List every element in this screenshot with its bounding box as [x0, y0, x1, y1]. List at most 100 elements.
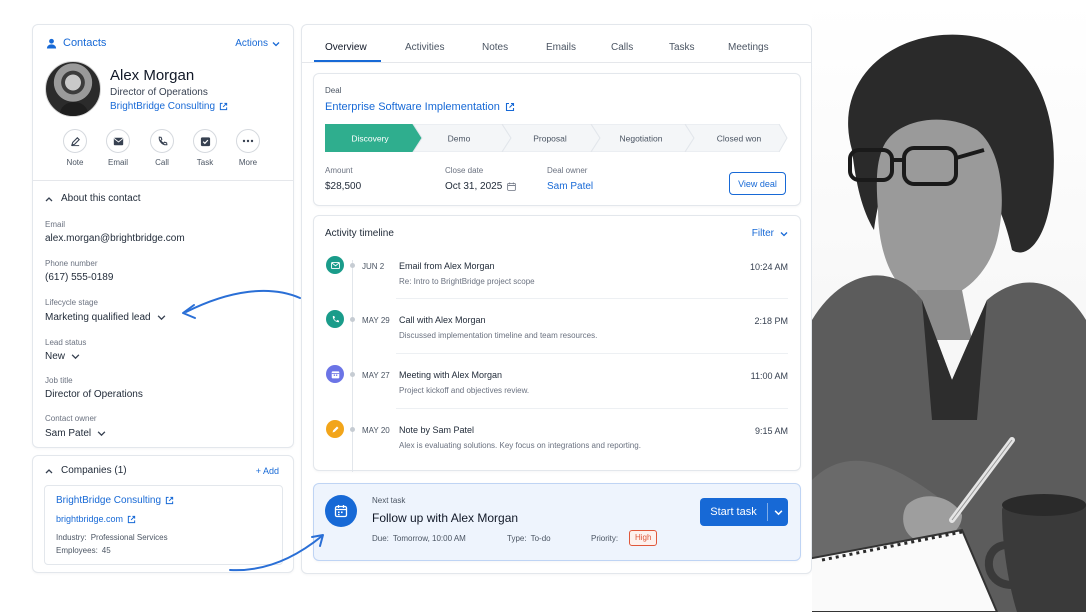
- company-industry: Industry: Professional Services: [56, 533, 168, 542]
- tab-notes[interactable]: Notes: [482, 42, 508, 53]
- timeline-title: Activity timeline: [325, 228, 394, 239]
- activity-date: MAY 20: [362, 426, 390, 435]
- add-company-button[interactable]: + Add: [256, 466, 279, 476]
- lead-status-select[interactable]: New: [45, 351, 80, 362]
- record-tabs: Overview Activities Notes Emails Calls T…: [302, 25, 811, 63]
- external-link-icon: [219, 102, 228, 111]
- activity-time: 10:24 AM: [749, 262, 788, 272]
- deal-name: Enterprise Software Implementation: [325, 101, 500, 113]
- tab-overview[interactable]: Overview: [325, 42, 367, 53]
- stage-closed-won[interactable]: Closed won: [684, 124, 788, 152]
- next-task-title: Follow up with Alex Morgan: [372, 511, 519, 525]
- phone-value[interactable]: (617) 555-0189: [45, 272, 113, 283]
- lifecycle-label: Lifecycle stage: [45, 298, 98, 307]
- chevron-down-icon: [272, 41, 280, 46]
- tab-meetings[interactable]: Meetings: [728, 42, 769, 53]
- about-section-toggle[interactable]: About this contact: [45, 193, 141, 204]
- deal-owner-label: Deal owner: [547, 166, 588, 175]
- company-domain-link[interactable]: brightbridge.com: [56, 514, 136, 524]
- quick-action-email[interactable]: Email: [101, 129, 135, 167]
- chevron-up-icon: [45, 468, 53, 473]
- timeline-dot: [350, 372, 355, 377]
- due-label: Due:: [372, 534, 389, 543]
- activity-time: 2:18 PM: [754, 316, 788, 326]
- employees-value: 45: [101, 546, 111, 555]
- external-link-icon: [127, 515, 136, 523]
- chevron-down-icon: [774, 509, 782, 515]
- tab-activities[interactable]: Activities: [405, 42, 444, 53]
- lifecycle-stage-select[interactable]: Marketing qualified lead: [45, 312, 166, 323]
- start-task-split-button: Start task: [700, 498, 788, 526]
- quick-action-label: Call: [155, 158, 169, 167]
- close-date-field[interactable]: Oct 31, 2025: [445, 181, 517, 192]
- divider: [396, 298, 788, 299]
- chevron-up-icon: [45, 196, 53, 201]
- chevron-down-icon: [780, 231, 788, 236]
- tab-tasks[interactable]: Tasks: [669, 42, 695, 53]
- timeline-filter[interactable]: Filter: [752, 228, 788, 239]
- activity-subtitle: Re: Intro to BrightBridge project scope: [399, 277, 535, 286]
- start-task-button[interactable]: Start task: [700, 498, 767, 526]
- external-link-icon: [165, 496, 174, 505]
- divider: [396, 353, 788, 354]
- divider: [33, 180, 293, 181]
- divider: [396, 408, 788, 409]
- stage-negotiation[interactable]: Negotiation: [590, 124, 695, 152]
- stage-label: Discovery: [351, 134, 389, 144]
- owner-label: Contact owner: [45, 414, 97, 423]
- lead-status-text: New: [45, 351, 66, 362]
- email-text: alex.morgan@brightbridge.com: [45, 233, 185, 244]
- industry-value: Professional Services: [90, 533, 168, 542]
- timeline-dot: [350, 317, 355, 322]
- phone-icon: [326, 310, 344, 328]
- contact-company-link[interactable]: BrightBridge Consulting: [110, 101, 228, 112]
- stage-discovery[interactable]: Discovery: [325, 124, 422, 152]
- email-value[interactable]: alex.morgan@brightbridge.com: [45, 233, 185, 244]
- quick-action-label: Email: [107, 158, 128, 167]
- stage-proposal[interactable]: Proposal: [501, 124, 601, 152]
- company-name-link[interactable]: BrightBridge Consulting: [56, 495, 174, 506]
- close-date-label: Close date: [445, 166, 484, 175]
- actions-dropdown[interactable]: Actions: [235, 38, 280, 49]
- activity-time: 9:15 AM: [754, 426, 788, 436]
- contact-name: Alex Morgan: [110, 67, 195, 84]
- timeline-item[interactable]: MAY 20 Note by Sam Patel Alex is evaluat…: [314, 416, 800, 471]
- mail-icon: [326, 256, 344, 274]
- type-label: Type:: [507, 534, 527, 543]
- calendar-icon: [507, 182, 517, 191]
- stage-label: Demo: [448, 134, 471, 144]
- activity-date: JUN 2: [362, 262, 385, 271]
- tab-emails[interactable]: Emails: [546, 42, 576, 53]
- start-task-menu-button[interactable]: [768, 498, 788, 526]
- deal-name-link[interactable]: Enterprise Software Implementation: [325, 101, 515, 113]
- next-task-card: Next task Follow up with Alex Morgan Due…: [313, 483, 801, 561]
- activity-time: 11:00 AM: [750, 371, 788, 381]
- calendar-icon: [325, 495, 357, 527]
- quick-action-note[interactable]: Note: [58, 129, 92, 167]
- companies-section-toggle[interactable]: Companies (1): [45, 465, 127, 476]
- close-date-text: Oct 31, 2025: [445, 181, 503, 192]
- contact-company-label: BrightBridge Consulting: [110, 101, 216, 112]
- person-icon: [46, 38, 57, 49]
- deal-label: Deal: [325, 86, 342, 95]
- active-tab-indicator: [314, 60, 381, 62]
- woman-taking-notes-photo: [812, 0, 1086, 612]
- avatar: [45, 61, 101, 117]
- note-icon: [70, 136, 80, 146]
- quick-action-more[interactable]: More: [231, 129, 265, 167]
- quick-action-call[interactable]: Call: [145, 129, 179, 167]
- quick-action-label: More: [238, 158, 258, 167]
- contacts-breadcrumb[interactable]: Contacts: [46, 37, 106, 49]
- activity-subtitle: Discussed implementation timeline and te…: [399, 331, 598, 340]
- activity-timeline-card: Activity timeline Filter JUN 2 Email fro…: [313, 215, 801, 472]
- tab-calls[interactable]: Calls: [611, 42, 633, 53]
- stage-demo[interactable]: Demo: [412, 124, 512, 152]
- phone-text: (617) 555-0189: [45, 272, 114, 283]
- job-title-value[interactable]: Director of Operations: [45, 389, 143, 400]
- deal-owner-link[interactable]: Sam Patel: [547, 181, 593, 192]
- view-deal-button[interactable]: View deal: [729, 172, 786, 195]
- quick-action-task[interactable]: Task: [188, 129, 222, 167]
- contact-owner-select[interactable]: Sam Patel: [45, 428, 106, 439]
- activity-title: Note by Sam Patel: [399, 425, 475, 435]
- about-title: About this contact: [61, 193, 141, 204]
